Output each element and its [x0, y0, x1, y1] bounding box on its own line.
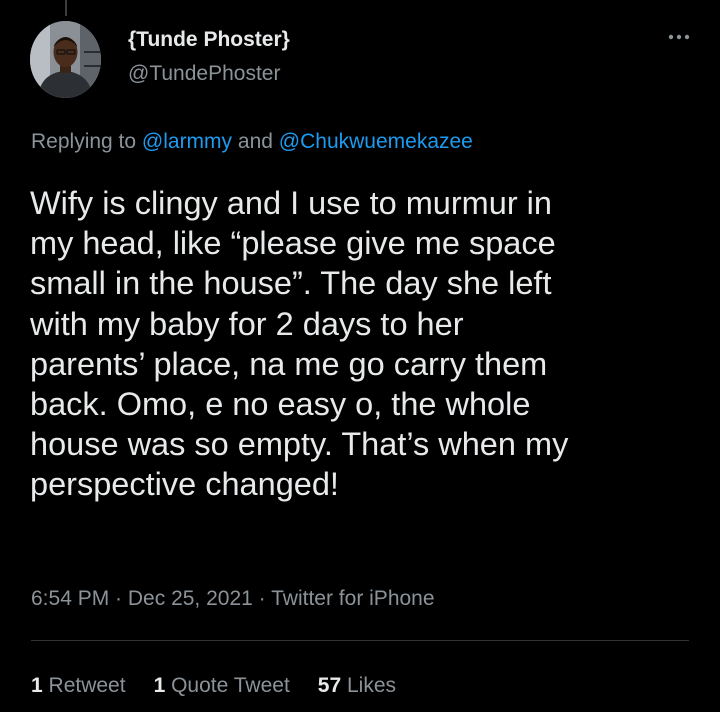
author-handle[interactable]: @TundePhoster — [128, 62, 280, 86]
meta-separator: · — [252, 587, 272, 610]
tweet-stats: 1 Retweet 1 Quote Tweet 57 Likes — [31, 674, 396, 698]
tweet-source[interactable]: Twitter for iPhone — [271, 587, 434, 610]
tweet-text-line: with my baby for 2 days to her — [30, 305, 464, 342]
replying-to-joiner: and — [232, 130, 279, 153]
replying-to: Replying to @larmmy and @Chukwuemekazee — [31, 130, 473, 154]
more-options-button[interactable] — [666, 26, 692, 48]
tweet-text-line: back. Omo, e no easy o, the whole — [30, 386, 531, 423]
tweet-date[interactable]: Dec 25, 2021 — [128, 587, 253, 610]
tweet-text-line: perspective changed! — [30, 466, 339, 503]
retweets-stat[interactable]: 1 Retweet — [31, 674, 126, 698]
mention-link-larmmy[interactable]: @larmmy — [142, 130, 232, 153]
thread-connector-line — [65, 0, 67, 16]
tweet-text-line: house was so empty. That’s when my — [30, 426, 569, 463]
tweet-text-line: parents’ place, na me go carry them — [30, 345, 548, 382]
mention-link-chukwuemekazee[interactable]: @Chukwuemekazee — [279, 130, 473, 153]
likes-label: Likes — [341, 674, 396, 697]
tweet-text-line: Wify is clingy and I use to murmur in — [30, 185, 552, 221]
author-display-name[interactable]: {Tunde Phoster} — [128, 28, 290, 52]
meta-separator: · — [109, 587, 128, 610]
divider — [31, 640, 689, 641]
tweet-text-line: small in the house”. The day she left — [30, 265, 552, 302]
likes-stat[interactable]: 57 Likes — [318, 674, 396, 698]
replying-to-prefix: Replying to — [31, 130, 142, 153]
likes-count: 57 — [317, 674, 342, 697]
retweets-label: Retweet — [42, 674, 126, 697]
avatar[interactable] — [30, 21, 101, 98]
more-horizontal-icon — [668, 34, 690, 40]
tweet-text: Wify is clingy and I use to murmur in my… — [30, 183, 690, 505]
tweet-time[interactable]: 6:54 PM — [31, 587, 109, 610]
profile-photo-icon — [30, 21, 101, 98]
quote-tweets-count: 1 — [153, 674, 166, 697]
tweet-meta: 6:54 PM · Dec 25, 2021 · Twitter for iPh… — [31, 587, 435, 611]
quote-tweets-label: Quote Tweet — [165, 674, 290, 697]
retweets-count: 1 — [31, 674, 43, 697]
tweet-text-line: my head, like “please give me space — [30, 225, 556, 262]
quote-tweets-stat[interactable]: 1 Quote Tweet — [154, 674, 290, 698]
